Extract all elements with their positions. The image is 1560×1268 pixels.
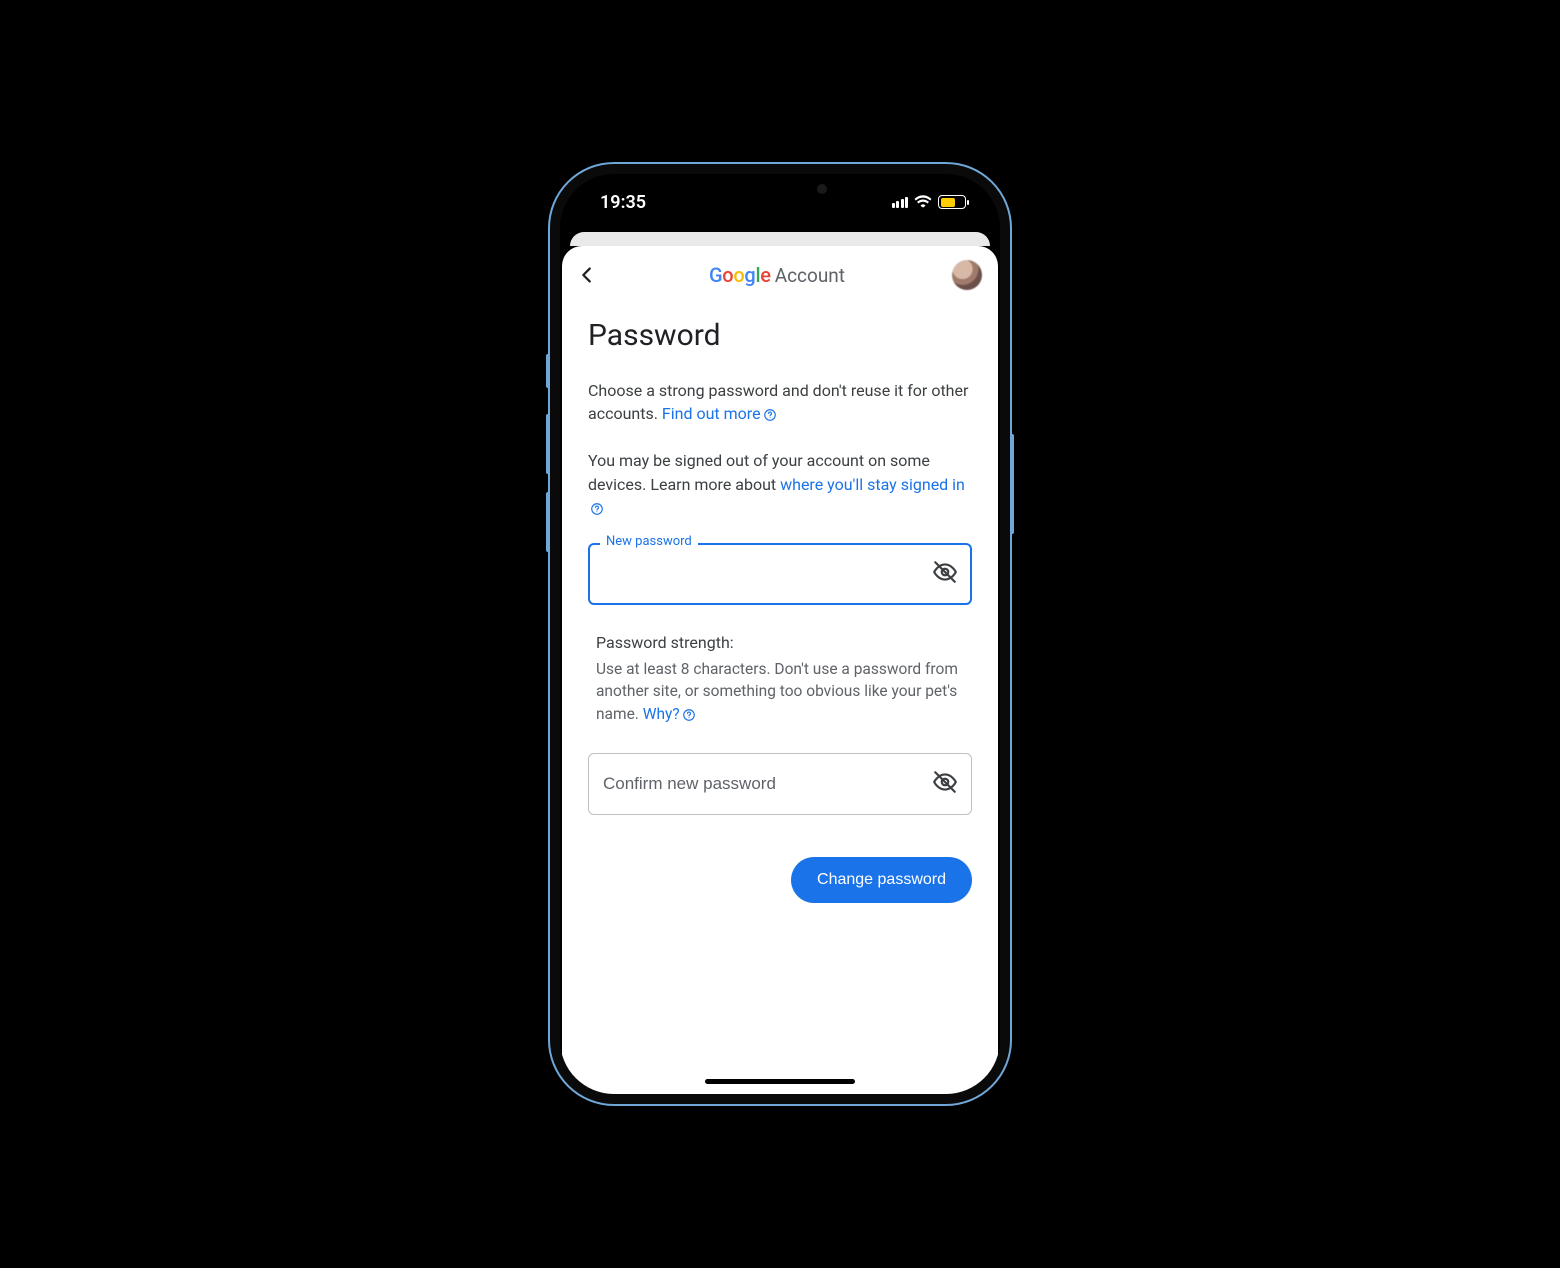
confirm-password-input[interactable] (588, 753, 972, 815)
status-time: 19:35 (600, 192, 646, 213)
background-card-edge (570, 232, 990, 246)
find-out-more-link[interactable]: Find out more (662, 404, 777, 423)
content-area: Password Choose a strong password and do… (562, 300, 998, 903)
help-icon (682, 708, 696, 722)
power-button (1010, 434, 1014, 534)
action-row: Change password (588, 857, 972, 903)
wifi-icon (914, 192, 932, 213)
app-header: Google Account (562, 246, 998, 300)
new-password-label: New password (600, 534, 698, 549)
why-link[interactable]: Why? (643, 705, 696, 723)
status-right (892, 192, 967, 213)
phone-frame: 19:35 Google Account (550, 164, 1010, 1104)
back-button[interactable] (576, 264, 602, 286)
notch (705, 174, 855, 206)
strength-title: Password strength: (596, 633, 964, 652)
page-title: Password (588, 318, 972, 353)
change-password-button[interactable]: Change password (791, 857, 972, 903)
phone-screen: 19:35 Google Account (560, 174, 1000, 1094)
header-account-word: Account (775, 264, 845, 287)
home-indicator[interactable] (705, 1079, 855, 1084)
strength-text: Use at least 8 characters. Don't use a p… (596, 658, 964, 725)
volume-down-button (546, 492, 550, 552)
avatar[interactable] (952, 260, 982, 290)
help-icon (590, 502, 604, 516)
new-password-field-wrap: New password (588, 543, 972, 605)
password-strength-block: Password strength: Use at least 8 charac… (588, 633, 972, 725)
help-icon (763, 408, 777, 422)
new-password-input[interactable] (588, 543, 972, 605)
google-logo: Google (709, 263, 771, 287)
toggle-visibility-confirm[interactable] (932, 769, 958, 799)
confirm-password-field-wrap (588, 753, 972, 815)
toggle-visibility-new[interactable] (932, 559, 958, 589)
intro-paragraph-1: Choose a strong password and don't reuse… (588, 379, 972, 425)
volume-up-button (546, 414, 550, 474)
battery-icon (938, 195, 966, 209)
app-card: Google Account Password Choose a strong … (562, 246, 998, 1094)
cellular-signal-icon (892, 196, 909, 208)
silence-switch (546, 354, 550, 388)
intro-text-1: Choose a strong password and don't reuse… (588, 381, 968, 423)
intro-paragraph-2: You may be signed out of your account on… (588, 449, 972, 519)
header-title: Google Account (602, 263, 952, 287)
